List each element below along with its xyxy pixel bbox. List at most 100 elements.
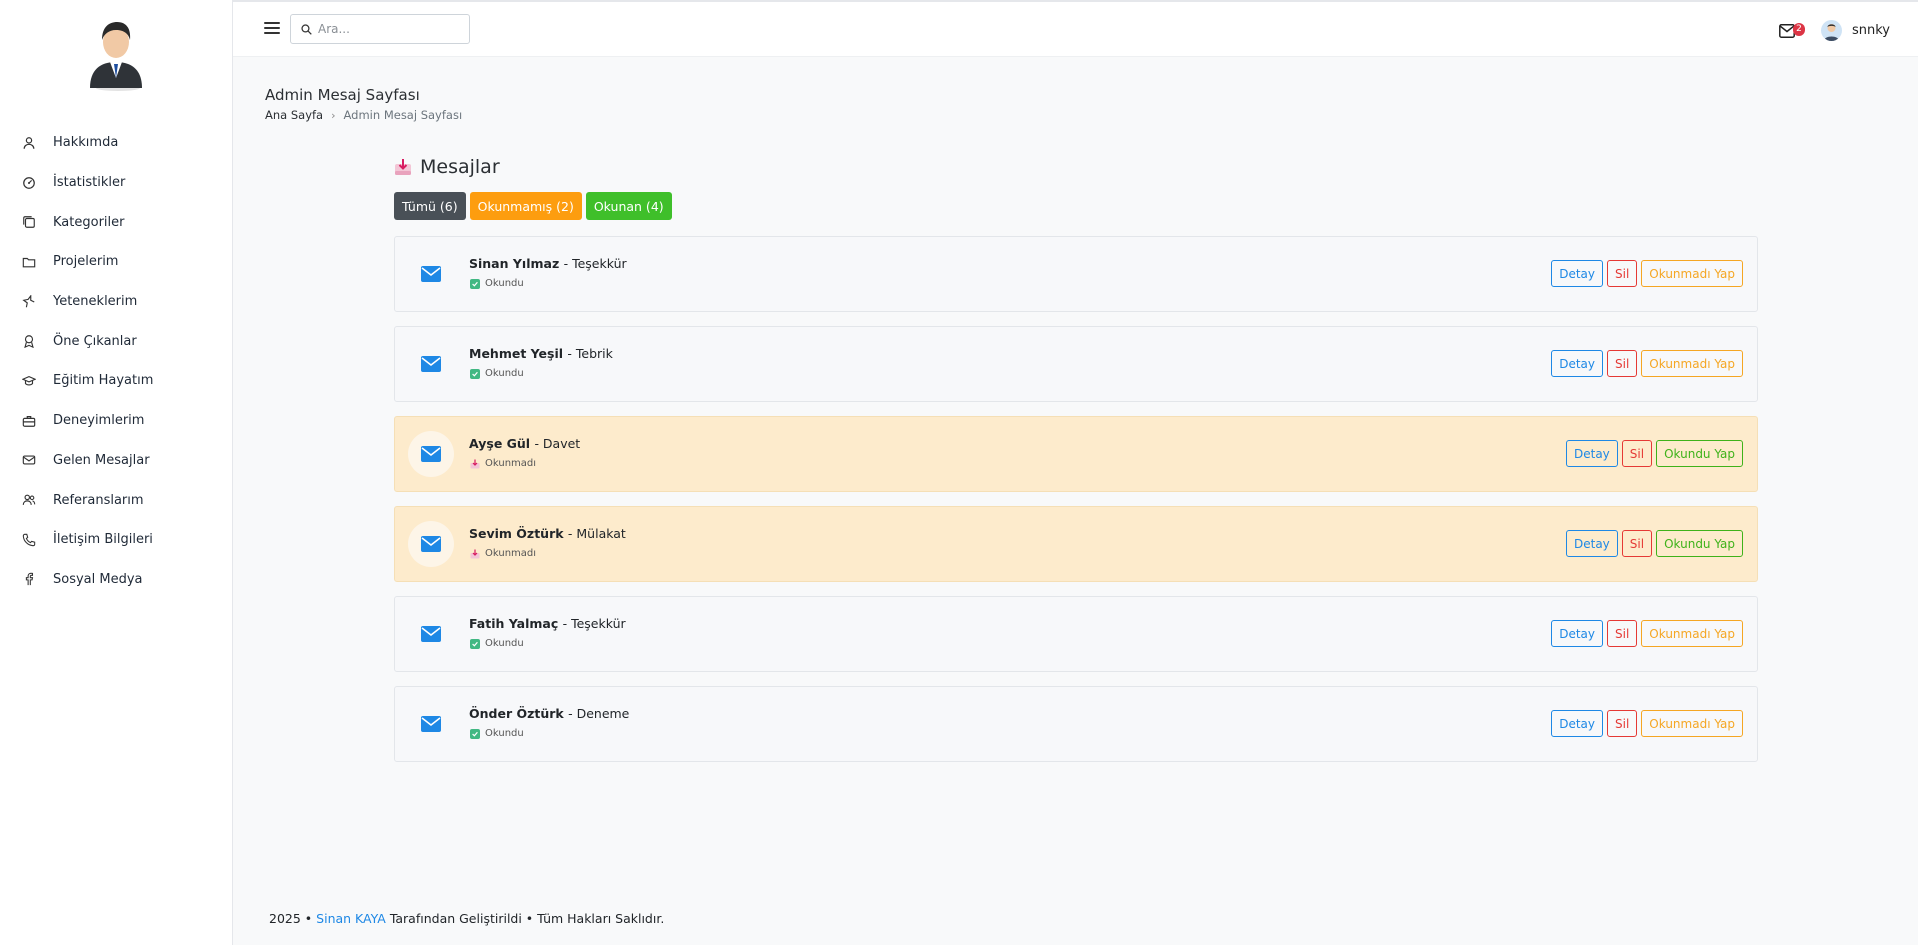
delete-button[interactable]: Sil (1607, 710, 1638, 737)
message-actions: Detay Sil Okunmadı Yap (1547, 350, 1743, 377)
message-sender-line: Ayşe Gül - Davet (469, 436, 580, 451)
messages-header: Mesajlar (394, 156, 1758, 178)
mark-unread-button[interactable]: Okunmadı Yap (1641, 350, 1743, 377)
sidebar-item-gelen-mesajlar[interactable]: Gelen Mesajlar (0, 441, 233, 481)
message-status: Okundu (470, 728, 524, 739)
message-status: Okunmadı (470, 458, 536, 469)
message-item[interactable]: Ayşe Gül - Davet Okunmadı Detay Sil Okun… (394, 416, 1758, 492)
phone-icon (22, 533, 36, 547)
message-subject: - Teşekkür (563, 256, 627, 271)
envelope-icon (408, 701, 454, 747)
delete-button[interactable]: Sil (1607, 620, 1638, 647)
message-item[interactable]: Sevim Öztürk - Mülakat Okunmadı Detay Si… (394, 506, 1758, 582)
message-status-label: Okundu (485, 368, 524, 379)
filter-unread-button[interactable]: Okunmamış (2) (469, 192, 582, 220)
footer: 2025 • Sinan KAYA Tarafından Geliştirild… (269, 911, 664, 926)
mark-read-button[interactable]: Okundu Yap (1656, 530, 1743, 557)
footer-year: 2025 • (269, 911, 313, 926)
folder-icon (22, 255, 36, 269)
detail-button[interactable]: Detay (1551, 710, 1603, 737)
sidebar-item-label: İletişim Bilgileri (53, 532, 153, 548)
detail-button[interactable]: Detay (1551, 620, 1603, 647)
message-sender-line: Önder Öztürk - Deneme (469, 706, 629, 721)
sidebar-item-yeteneklerim[interactable]: Yeteneklerim (0, 282, 233, 322)
sidebar-nav: Hakkımda İstatistikler Kategoriler Proje… (0, 123, 233, 599)
message-item[interactable]: Fatih Yalmaç - Teşekkür Okundu Detay Sil… (394, 596, 1758, 672)
sidebar-item-deneyimlerim[interactable]: Deneyimlerim (0, 401, 233, 441)
mail-notification[interactable]: 2 (1779, 22, 1805, 40)
message-actions: Detay Sil Okunmadı Yap (1547, 710, 1743, 737)
star-icon (22, 294, 36, 309)
footer-text: Tarafından Geliştirildi • Tüm Hakları Sa… (389, 911, 665, 926)
sidebar-item-istatistikler[interactable]: İstatistikler (0, 163, 233, 203)
message-sender: Önder Öztürk (469, 706, 564, 721)
sidebar-item-egitim-hayatim[interactable]: Eğitim Hayatım (0, 361, 233, 401)
breadcrumb-separator: › (331, 108, 336, 122)
sidebar-item-label: Öne Çıkanlar (53, 333, 137, 349)
sidebar-item-one-cikanlar[interactable]: Öne Çıkanlar (0, 321, 233, 361)
sidebar-item-label: İstatistikler (53, 175, 126, 191)
message-sender-line: Mehmet Yeşil - Tebrik (469, 346, 613, 361)
inbox-download-icon (470, 549, 480, 559)
sidebar-item-kategoriler[interactable]: Kategoriler (0, 202, 233, 242)
message-actions: Detay Sil Okunmadı Yap (1547, 260, 1743, 287)
message-status: Okundu (470, 638, 524, 649)
envelope-icon (22, 453, 36, 467)
mark-unread-button[interactable]: Okunmadı Yap (1641, 710, 1743, 737)
search-input[interactable] (318, 22, 458, 36)
mark-unread-button[interactable]: Okunmadı Yap (1641, 620, 1743, 647)
filter-all-button[interactable]: Tümü (6) (394, 192, 466, 220)
user-icon (22, 136, 36, 150)
detail-button[interactable]: Detay (1565, 440, 1618, 467)
people-icon (22, 493, 36, 507)
message-subject: - Davet (534, 436, 581, 451)
message-subject: - Teşekkür (562, 616, 626, 631)
sidebar-item-iletisim-bilgileri[interactable]: İletişim Bilgileri (0, 520, 233, 560)
mark-unread-button[interactable]: Okunmadı Yap (1641, 260, 1743, 287)
detail-button[interactable]: Detay (1565, 530, 1618, 557)
profile-avatar (84, 18, 148, 92)
message-item[interactable]: Sinan Yılmaz - Teşekkür Okundu Detay Sil… (394, 236, 1758, 312)
detail-button[interactable]: Detay (1551, 350, 1603, 377)
delete-button[interactable]: Sil (1621, 440, 1653, 467)
filter-read-button[interactable]: Okunan (4) (585, 192, 672, 220)
sidebar-item-projelerim[interactable]: Projelerim (0, 242, 233, 282)
message-status-label: Okunmadı (485, 548, 537, 559)
detail-button[interactable]: Detay (1551, 260, 1603, 287)
message-sender-line: Sevim Öztürk - Mülakat (469, 526, 626, 541)
sidebar-item-label: Deneyimlerim (53, 413, 145, 429)
topbar-right: 2 snnky (1779, 20, 1890, 41)
search-box[interactable] (290, 14, 470, 44)
message-status: Okundu (470, 368, 524, 379)
message-sender: Fatih Yalmaç (469, 616, 559, 631)
inbox-download-icon (470, 459, 480, 469)
message-status: Okunmadı (470, 548, 536, 559)
collection-icon (22, 215, 36, 229)
message-item[interactable]: Mehmet Yeşil - Tebrik Okundu Detay Sil O… (394, 326, 1758, 402)
sidebar-item-label: Referanslarım (53, 492, 144, 508)
message-sender: Sinan Yılmaz (469, 256, 560, 271)
speedometer-icon (22, 176, 36, 190)
check-icon (470, 368, 480, 379)
sidebar-item-label: Hakkımda (53, 135, 119, 151)
menu-toggle-icon[interactable] (264, 22, 280, 36)
message-actions: Detay Sil Okundu Yap (1562, 530, 1743, 557)
check-icon (470, 278, 480, 289)
sidebar-item-hakkimda[interactable]: Hakkımda (0, 123, 233, 163)
delete-button[interactable]: Sil (1607, 260, 1638, 287)
message-sender-line: Sinan Yılmaz - Teşekkür (469, 256, 627, 271)
username[interactable]: snnky (1852, 23, 1890, 38)
sidebar-item-label: Gelen Mesajlar (53, 452, 150, 468)
breadcrumb-home[interactable]: Ana Sayfa (265, 108, 323, 122)
footer-author-link[interactable]: Sinan KAYA (316, 911, 386, 926)
sidebar-item-label: Projelerim (53, 254, 119, 270)
user-avatar[interactable] (1820, 20, 1842, 41)
mark-read-button[interactable]: Okundu Yap (1656, 440, 1743, 467)
sidebar-item-sosyal-medya[interactable]: Sosyal Medya (0, 560, 233, 600)
message-sender-line: Fatih Yalmaç - Teşekkür (469, 616, 626, 631)
delete-button[interactable]: Sil (1621, 530, 1653, 557)
envelope-icon (408, 341, 454, 387)
message-item[interactable]: Önder Öztürk - Deneme Okundu Detay Sil O… (394, 686, 1758, 762)
sidebar-item-referanslarim[interactable]: Referanslarım (0, 480, 233, 520)
delete-button[interactable]: Sil (1607, 350, 1638, 377)
